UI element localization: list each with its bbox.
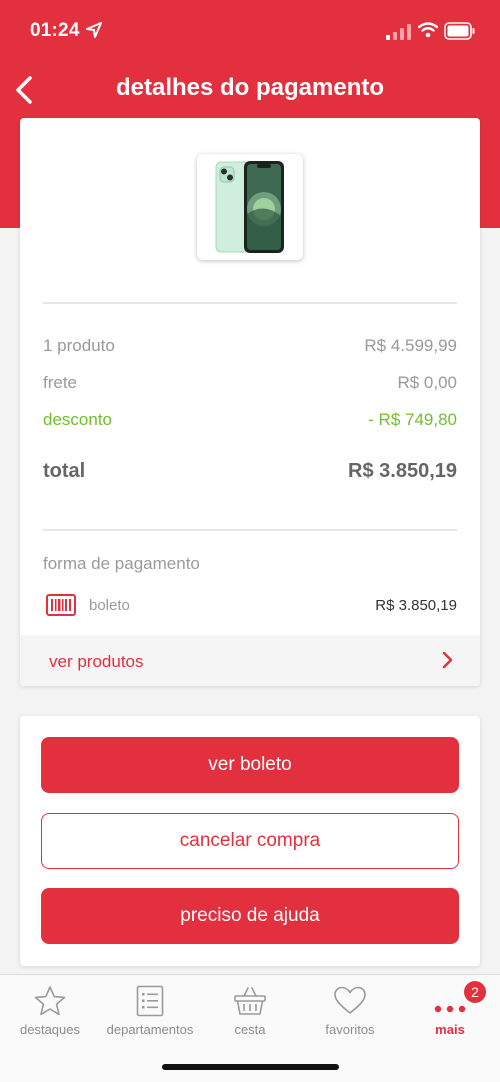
more-icon — [434, 1005, 466, 1013]
star-icon — [34, 986, 66, 1016]
wifi-icon — [418, 22, 438, 38]
page-title: detalhes do pagamento — [115, 74, 385, 101]
navigation-bar: detalhes do pagamento — [0, 62, 500, 118]
smartphone-image — [215, 161, 284, 253]
tab-cesta[interactable]: cesta — [200, 975, 300, 1045]
home-indicator[interactable] — [162, 1064, 339, 1070]
payment-amount: R$ 3.850,19 — [375, 597, 457, 614]
total-value: R$ 3.850,19 — [348, 460, 457, 482]
tab-favoritos[interactable]: favoritos — [300, 975, 400, 1045]
payment-method-name: boleto — [89, 597, 130, 614]
product-thumbnail[interactable] — [197, 154, 303, 260]
status-time: 01:24 — [30, 20, 80, 41]
cancel-purchase-button[interactable]: cancelar compra — [41, 813, 459, 869]
discount-label: desconto — [43, 410, 112, 429]
status-bar: 01:24 — [0, 0, 500, 62]
shipping-value: R$ 0,00 — [397, 373, 457, 392]
tab-label: cesta — [234, 1022, 266, 1037]
chevron-right-icon — [442, 651, 453, 669]
payment-method-label: forma de pagamento — [43, 554, 200, 573]
products-label: 1 produto — [43, 336, 115, 355]
tab-mais[interactable]: mais — [400, 975, 500, 1045]
total-label: total — [43, 460, 86, 482]
tab-label: destaques — [20, 1022, 80, 1037]
heart-icon — [334, 986, 366, 1014]
barcode-icon — [46, 594, 76, 616]
notification-badge: 2 — [464, 981, 486, 1003]
tab-label: departamentos — [106, 1022, 194, 1037]
divider — [43, 529, 457, 531]
view-products-label: ver produtos — [49, 652, 144, 671]
divider — [43, 302, 457, 304]
tab-destaques[interactable]: destaques — [0, 975, 100, 1045]
location-arrow-icon — [86, 22, 102, 38]
battery-icon — [444, 22, 475, 40]
tab-label: mais — [435, 1022, 465, 1037]
tab-departamentos[interactable]: departamentos — [100, 975, 200, 1045]
order-summary-card: 1 produto R$ 4.599,99 frete R$ 0,00 desc… — [20, 118, 480, 686]
discount-value: - R$ 749,80 — [368, 410, 457, 429]
view-boleto-button[interactable]: ver boleto — [41, 737, 459, 793]
actions-card: ver boleto cancelar compra preciso de aj… — [20, 716, 480, 966]
products-value: R$ 4.599,99 — [364, 336, 457, 355]
cellular-signal-icon — [386, 24, 411, 40]
basket-icon — [234, 987, 266, 1015]
need-help-button[interactable]: preciso de ajuda — [41, 888, 459, 944]
view-products-link[interactable]: ver produtos — [20, 635, 480, 686]
shipping-label: frete — [43, 373, 78, 392]
list-icon — [136, 985, 164, 1017]
tab-label: favoritos — [325, 1022, 375, 1037]
